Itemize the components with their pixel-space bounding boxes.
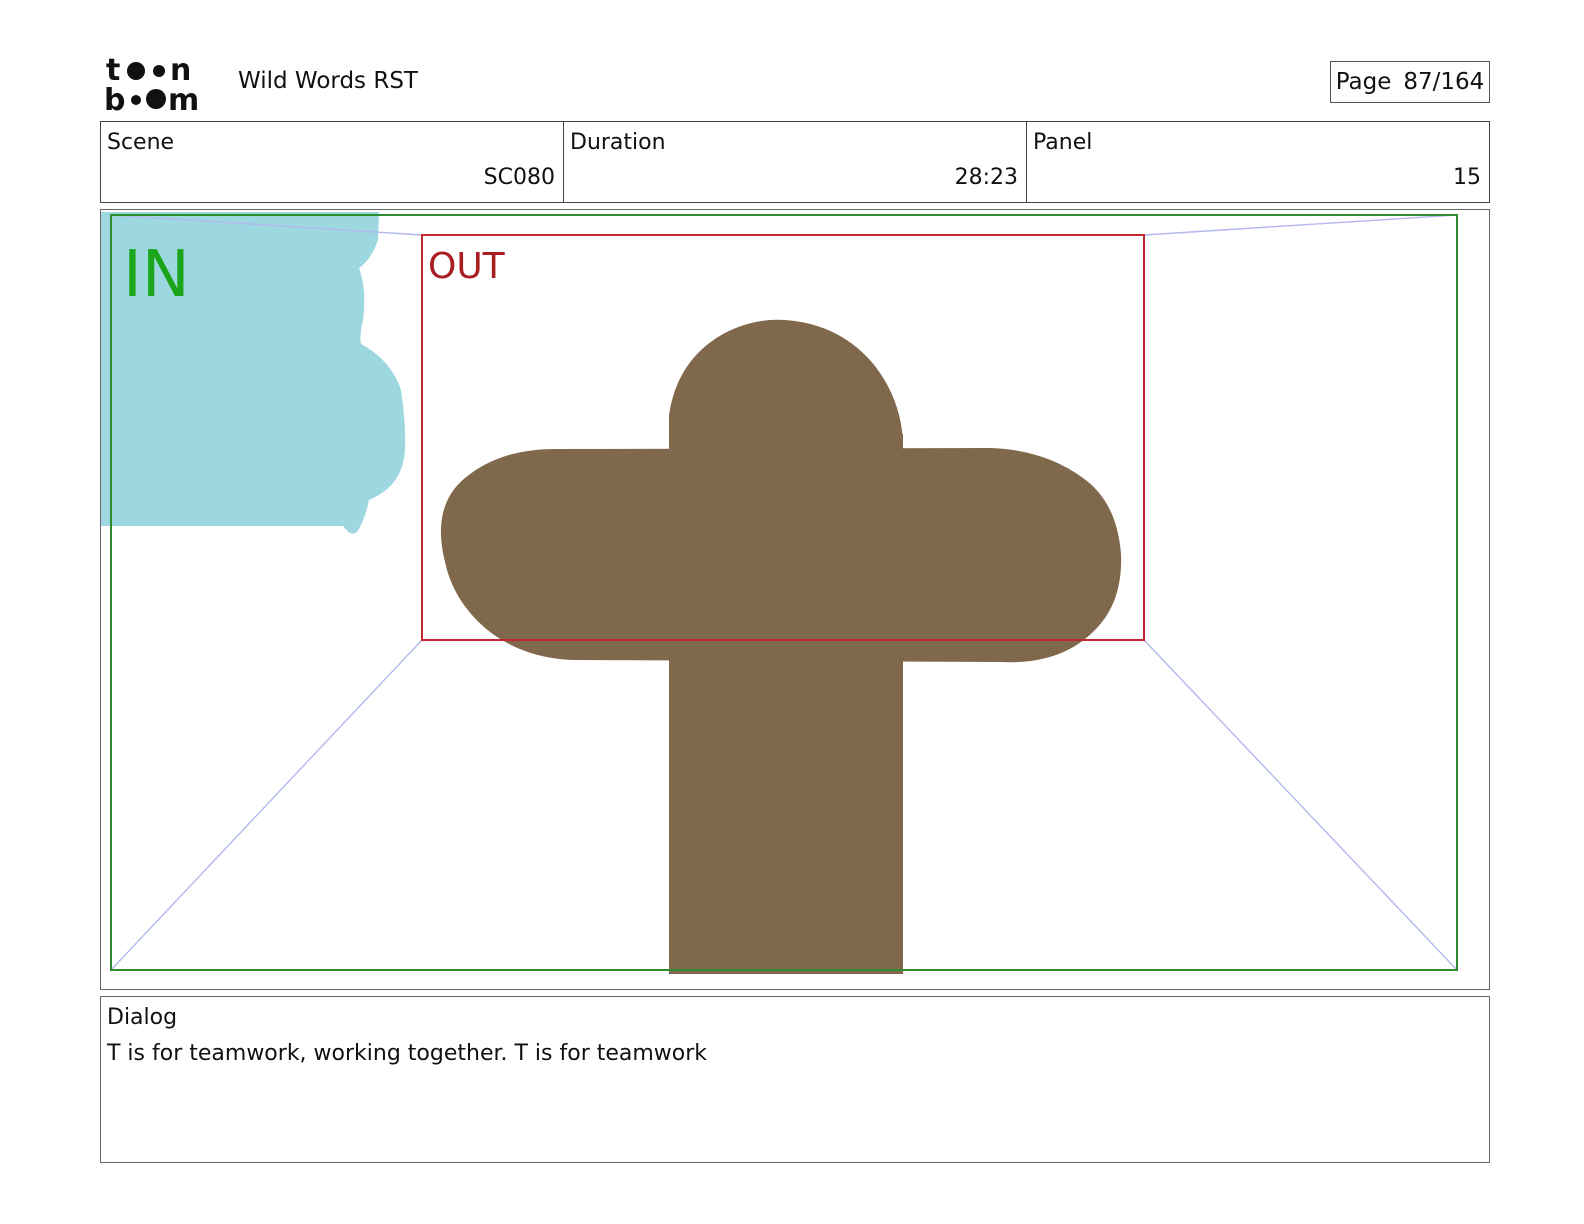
scene-label: Scene [107, 130, 175, 155]
duration-cell: Duration 28:23 [564, 122, 1027, 202]
svg-text:b: b [104, 83, 125, 112]
panel-value: 15 [1453, 165, 1481, 190]
toon-boom-logo: t n b m [104, 53, 199, 112]
page-number: 87/164 [1403, 69, 1485, 95]
dialog-label: Dialog [107, 1005, 178, 1030]
panel-cell: Panel 15 [1027, 122, 1489, 202]
storyboard-panel: IN OUT [100, 209, 1490, 990]
panel-label: Panel [1033, 130, 1093, 155]
svg-text:m: m [168, 83, 199, 112]
page-label: Page [1335, 69, 1392, 95]
panel-info-table: Scene SC080 Duration 28:23 Panel 15 [100, 121, 1490, 203]
panel-artwork: IN OUT [101, 212, 1458, 974]
out-frame-label: OUT [428, 246, 506, 287]
in-frame-label: IN [123, 238, 190, 312]
scene-cell: Scene SC080 [101, 122, 564, 202]
duration-value: 28:23 [954, 165, 1018, 190]
page-indicator: Page 87/164 [1330, 61, 1490, 103]
duration-label: Duration [570, 130, 666, 155]
dialog-text: T is for teamwork, working together. T i… [107, 1041, 708, 1066]
dialog-box: Dialog T is for teamwork, working togeth… [100, 996, 1490, 1163]
project-title: Wild Words RST [238, 68, 418, 94]
tree-drawing [440, 319, 1122, 974]
scene-value: SC080 [483, 165, 555, 190]
